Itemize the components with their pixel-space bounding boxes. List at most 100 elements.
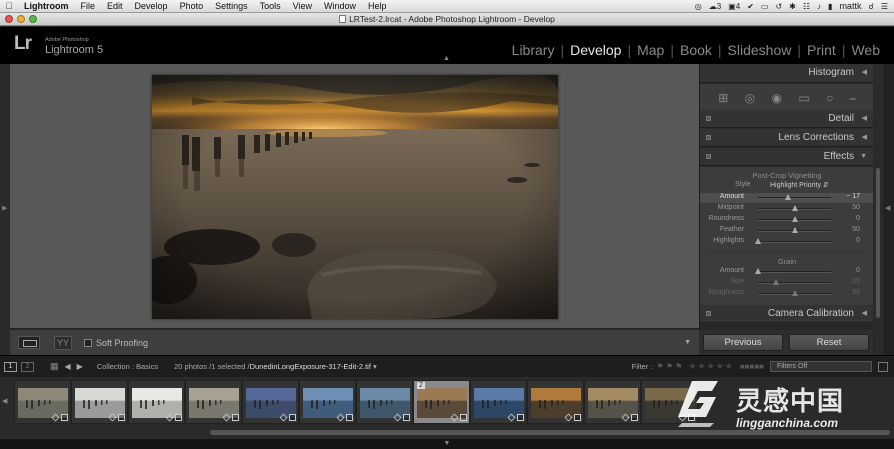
module-develop[interactable]: Develop: [564, 42, 627, 58]
menu-file[interactable]: File: [75, 0, 102, 13]
slider-value[interactable]: − 17: [846, 193, 860, 200]
menu-edit[interactable]: Edit: [101, 0, 129, 13]
right-panel-scrollbar[interactable]: [873, 64, 883, 355]
bottom-panel-toggle-icon[interactable]: ▼: [444, 440, 451, 447]
slider-track[interactable]: [758, 271, 831, 273]
menubar-app-icon[interactable]: ◎: [695, 2, 702, 11]
slider-knob[interactable]: [755, 238, 761, 244]
close-window-button[interactable]: [5, 15, 13, 23]
radial-filter-icon[interactable]: ○: [826, 91, 833, 105]
filter-preset-dropdown[interactable]: Filters Off: [770, 361, 872, 372]
module-book[interactable]: Book: [674, 42, 718, 58]
grid-view-icon[interactable]: ▦: [50, 361, 59, 372]
slider-knob[interactable]: [791, 227, 798, 233]
menubar-spotlight-icon[interactable]: ☌: [868, 2, 873, 11]
menubar-battery-icon[interactable]: ▮: [828, 2, 832, 11]
slider-value[interactable]: 0: [856, 237, 860, 244]
slider-value[interactable]: 0: [856, 267, 860, 274]
filmstrip-thumbnail[interactable]: [299, 380, 356, 424]
panel-toggle-switch[interactable]: [706, 135, 711, 140]
module-print[interactable]: Print: [801, 42, 842, 58]
menubar-volume-icon[interactable]: ♪: [817, 2, 821, 11]
filmstrip-scroll-left-icon[interactable]: ◀: [2, 397, 7, 405]
slider-knob[interactable]: [773, 279, 780, 285]
menubar-notification-icon[interactable]: ▣4: [728, 2, 740, 11]
menubar-user-name[interactable]: mattk: [839, 1, 861, 11]
right-panel-edge[interactable]: ◀: [883, 64, 894, 355]
scrollbar-thumb[interactable]: [876, 168, 880, 318]
apple-menu-icon[interactable]: : [0, 1, 18, 11]
secondary-window-button[interactable]: 2: [21, 361, 34, 372]
slider-knob[interactable]: [755, 268, 761, 274]
panel-toggle-switch[interactable]: [706, 154, 711, 159]
photo-preview[interactable]: [152, 75, 558, 319]
zoom-window-button[interactable]: [29, 15, 37, 23]
slider-knob[interactable]: [784, 194, 791, 200]
filmstrip-thumbnail[interactable]: 2: [413, 380, 470, 424]
spot-removal-icon[interactable]: ◎: [745, 91, 755, 105]
previous-button[interactable]: Previous: [703, 334, 783, 351]
slider-value[interactable]: 50: [852, 289, 860, 296]
filter-lock-toggle[interactable]: [878, 361, 888, 372]
left-panel-toggle-icon[interactable]: ▶: [2, 204, 7, 212]
filmstrip-thumbnail[interactable]: [470, 380, 527, 424]
panel-toggle-switch[interactable]: [706, 311, 711, 316]
slider-track[interactable]: [758, 282, 831, 284]
adjustment-brush-icon[interactable]: ⎯: [850, 91, 856, 106]
menubar-cloud-icon[interactable]: ☁3: [709, 2, 721, 11]
module-slideshow[interactable]: Slideshow: [722, 42, 798, 58]
menubar-bluetooth-icon[interactable]: ✱: [789, 2, 796, 11]
effects-panel-header[interactable]: Effects ▼: [700, 148, 874, 166]
left-panel-collapsed[interactable]: ▶: [0, 64, 10, 355]
histogram-panel-header[interactable]: Histogram ◀: [700, 64, 874, 83]
detail-panel-header[interactable]: Detail ◀: [700, 110, 874, 128]
menu-view[interactable]: View: [287, 0, 318, 13]
filmstrip-thumbnail[interactable]: [71, 380, 128, 424]
top-panel-toggle-icon[interactable]: ▲: [443, 55, 450, 62]
slider-track[interactable]: [758, 241, 831, 243]
filmstrip-thumbnail[interactable]: [185, 380, 242, 424]
menubar-list-icon[interactable]: ☰: [881, 2, 888, 11]
star-rating-filter-icons[interactable]: ★★★★★: [688, 361, 733, 372]
slider-value[interactable]: 50: [852, 226, 860, 233]
minimize-window-button[interactable]: [17, 15, 25, 23]
menu-tools[interactable]: Tools: [254, 0, 287, 13]
slider-knob[interactable]: [791, 290, 798, 296]
back-arrow-icon[interactable]: ◀: [65, 362, 71, 371]
menu-window[interactable]: Window: [318, 0, 362, 13]
filmstrip-thumbnail[interactable]: [527, 380, 584, 424]
camera-calibration-panel-header[interactable]: Camera Calibration ◀: [700, 305, 874, 323]
filmstrip-thumbnail[interactable]: [128, 380, 185, 424]
toolbar-options-dropdown-icon[interactable]: ▼: [684, 339, 691, 346]
bottom-panel-toggle[interactable]: ▼: [0, 439, 894, 449]
lens-corrections-panel-header[interactable]: Lens Corrections ◀: [700, 129, 874, 147]
color-label-filter-icons[interactable]: ■■■■■: [740, 362, 764, 371]
style-dropdown[interactable]: Highlight Priority ⇵: [770, 181, 829, 189]
menubar-time-machine-icon[interactable]: ↺: [775, 2, 782, 11]
module-library[interactable]: Library: [506, 42, 561, 58]
filmstrip-thumbnail[interactable]: [14, 380, 71, 424]
red-eye-correction-icon[interactable]: ◉: [772, 91, 782, 105]
photo-count-source[interactable]: 20 photos /1 selected /DunedinLongExposu…: [174, 362, 377, 371]
menu-settings[interactable]: Settings: [209, 0, 254, 13]
flag-filter-icons[interactable]: ⚑ ⚑ ⚑: [657, 362, 683, 371]
filmstrip-thumbnail[interactable]: [584, 380, 641, 424]
module-web[interactable]: Web: [845, 42, 886, 58]
panel-toggle-switch[interactable]: [706, 116, 711, 121]
menu-develop[interactable]: Develop: [129, 0, 174, 13]
slider-track[interactable]: [758, 197, 831, 199]
module-map[interactable]: Map: [631, 42, 670, 58]
reset-button[interactable]: Reset: [789, 334, 869, 351]
main-window-button[interactable]: 1: [4, 361, 17, 372]
crop-overlay-icon[interactable]: ⊞: [718, 91, 728, 105]
menu-app-name[interactable]: Lightroom: [18, 0, 75, 13]
collection-label[interactable]: Collection : Basics: [97, 362, 158, 371]
menubar-airplay-icon[interactable]: ▭: [761, 2, 769, 11]
before-after-view-button[interactable]: YY: [54, 335, 73, 350]
image-viewer[interactable]: [10, 64, 699, 328]
loupe-view-button[interactable]: [18, 336, 40, 349]
forward-arrow-icon[interactable]: ▶: [77, 362, 83, 371]
menu-photo[interactable]: Photo: [174, 0, 210, 13]
graduated-filter-icon[interactable]: ▭: [798, 91, 809, 105]
menubar-wifi-icon[interactable]: ☷: [803, 2, 810, 11]
